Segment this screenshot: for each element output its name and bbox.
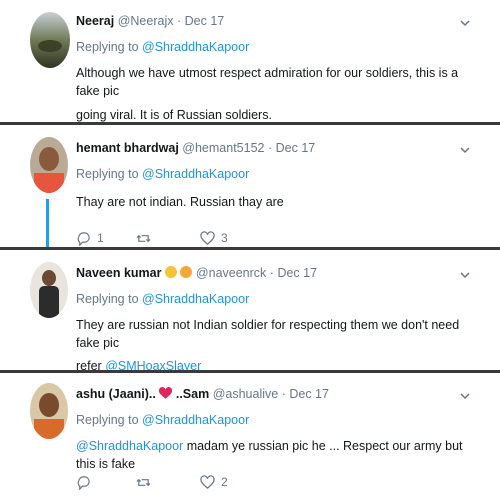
tweet-neeraj[interactable]: Neeraj @Neerajx · Dec 17 Replying to @Sh… xyxy=(0,0,500,122)
author-name[interactable]: hemant bhardwaj xyxy=(76,141,179,155)
replying-to: Replying to @ShraddhaKapoor xyxy=(76,292,249,306)
replying-prefix: Replying to xyxy=(76,292,139,306)
like-icon xyxy=(200,474,215,489)
tweet-text: Although we have utmost respect admirati… xyxy=(76,64,481,124)
avatar[interactable] xyxy=(30,137,68,193)
tweet-naveen[interactable]: Naveen kumar @naveenrck · Dec 17 Replyin… xyxy=(0,250,500,373)
like-button[interactable]: 3 xyxy=(200,229,228,247)
mention-link[interactable]: @ShraddhaKapoor xyxy=(76,439,183,453)
tweet-text: They are russian not Indian soldier for … xyxy=(76,316,481,375)
reply-icon xyxy=(77,231,90,246)
tweet-actions: 1 3 xyxy=(76,229,276,247)
like-count: 2 xyxy=(221,475,228,489)
replying-to-link[interactable]: @ShraddhaKapoor xyxy=(142,40,249,54)
tweet-ashu[interactable]: ashu (Jaani).. ..Sam @ashualive · Dec 17… xyxy=(0,373,500,500)
avatar[interactable] xyxy=(30,262,68,318)
tweet-text: Thay are not indian. Russian thay are xyxy=(76,193,481,211)
chevron-down-icon[interactable] xyxy=(460,270,470,280)
author-name[interactable]: ashu (Jaani).. xyxy=(76,387,156,401)
avatar[interactable] xyxy=(30,383,68,439)
separator-dot: · xyxy=(267,141,273,155)
reply-count: 1 xyxy=(97,231,104,245)
author-name-suffix[interactable]: ..Sam xyxy=(176,387,209,401)
chevron-down-icon[interactable] xyxy=(460,391,470,401)
like-count: 3 xyxy=(221,231,228,245)
separator-dot: · xyxy=(176,14,182,28)
separator-dot: · xyxy=(269,266,274,280)
reply-button[interactable]: 1 xyxy=(76,229,104,247)
retweet-icon xyxy=(136,478,151,486)
author-name[interactable]: Naveen kumar xyxy=(76,266,161,280)
chevron-down-icon[interactable] xyxy=(460,18,470,28)
author-handle[interactable]: @naveenrck xyxy=(196,266,266,280)
replying-to-link[interactable]: @ShraddhaKapoor xyxy=(142,413,249,427)
author-handle[interactable]: @Neerajx xyxy=(118,14,174,28)
replying-prefix: Replying to xyxy=(76,413,139,427)
tweet-text: @ShraddhaKapoor madam ye russian pic he … xyxy=(76,437,481,473)
replying-prefix: Replying to xyxy=(76,167,139,181)
replying-to-link[interactable]: @ShraddhaKapoor xyxy=(142,167,249,181)
chevron-down-icon[interactable] xyxy=(460,145,470,155)
tweet-text-line: Thay are not indian. Russian thay are xyxy=(76,195,284,209)
replying-to-link[interactable]: @ShraddhaKapoor xyxy=(142,292,249,306)
emoji-icon xyxy=(164,266,177,278)
replying-to: Replying to @ShraddhaKapoor xyxy=(76,413,249,427)
tweet-text-line: They are russian not Indian soldier for … xyxy=(76,318,460,350)
like-button[interactable]: 2 xyxy=(200,473,228,491)
author-name[interactable]: Neeraj xyxy=(76,14,114,28)
author-handle[interactable]: @ashualive xyxy=(213,387,279,401)
tweet-date[interactable]: Dec 17 xyxy=(289,387,329,401)
tweet-date[interactable]: Dec 17 xyxy=(277,266,317,280)
retweet-button[interactable] xyxy=(136,473,157,491)
tweet-hemant[interactable]: hemant bhardwaj @hemant5152 · Dec 17 Rep… xyxy=(0,125,500,247)
separator-dot: · xyxy=(281,387,286,401)
like-icon xyxy=(200,230,215,245)
author-handle[interactable]: @hemant5152 xyxy=(182,141,264,155)
tweet-actions: 2 xyxy=(76,473,276,491)
replying-prefix: Replying to xyxy=(76,40,139,54)
tweet-date[interactable]: Dec 17 xyxy=(276,141,316,155)
reply-button[interactable] xyxy=(76,473,97,491)
avatar[interactable] xyxy=(30,12,70,68)
retweet-icon xyxy=(136,234,151,242)
heart-emoji xyxy=(159,387,173,399)
tweet-date[interactable]: Dec 17 xyxy=(185,14,225,28)
tweet-text-line: Although we have utmost respect admirati… xyxy=(76,66,459,98)
emoji-icon xyxy=(180,266,193,278)
reply-icon xyxy=(77,475,90,490)
thread-line xyxy=(46,199,49,247)
retweet-button[interactable] xyxy=(136,229,157,247)
replying-to: Replying to @ShraddhaKapoor xyxy=(76,40,249,54)
replying-to: Replying to @ShraddhaKapoor xyxy=(76,167,249,181)
